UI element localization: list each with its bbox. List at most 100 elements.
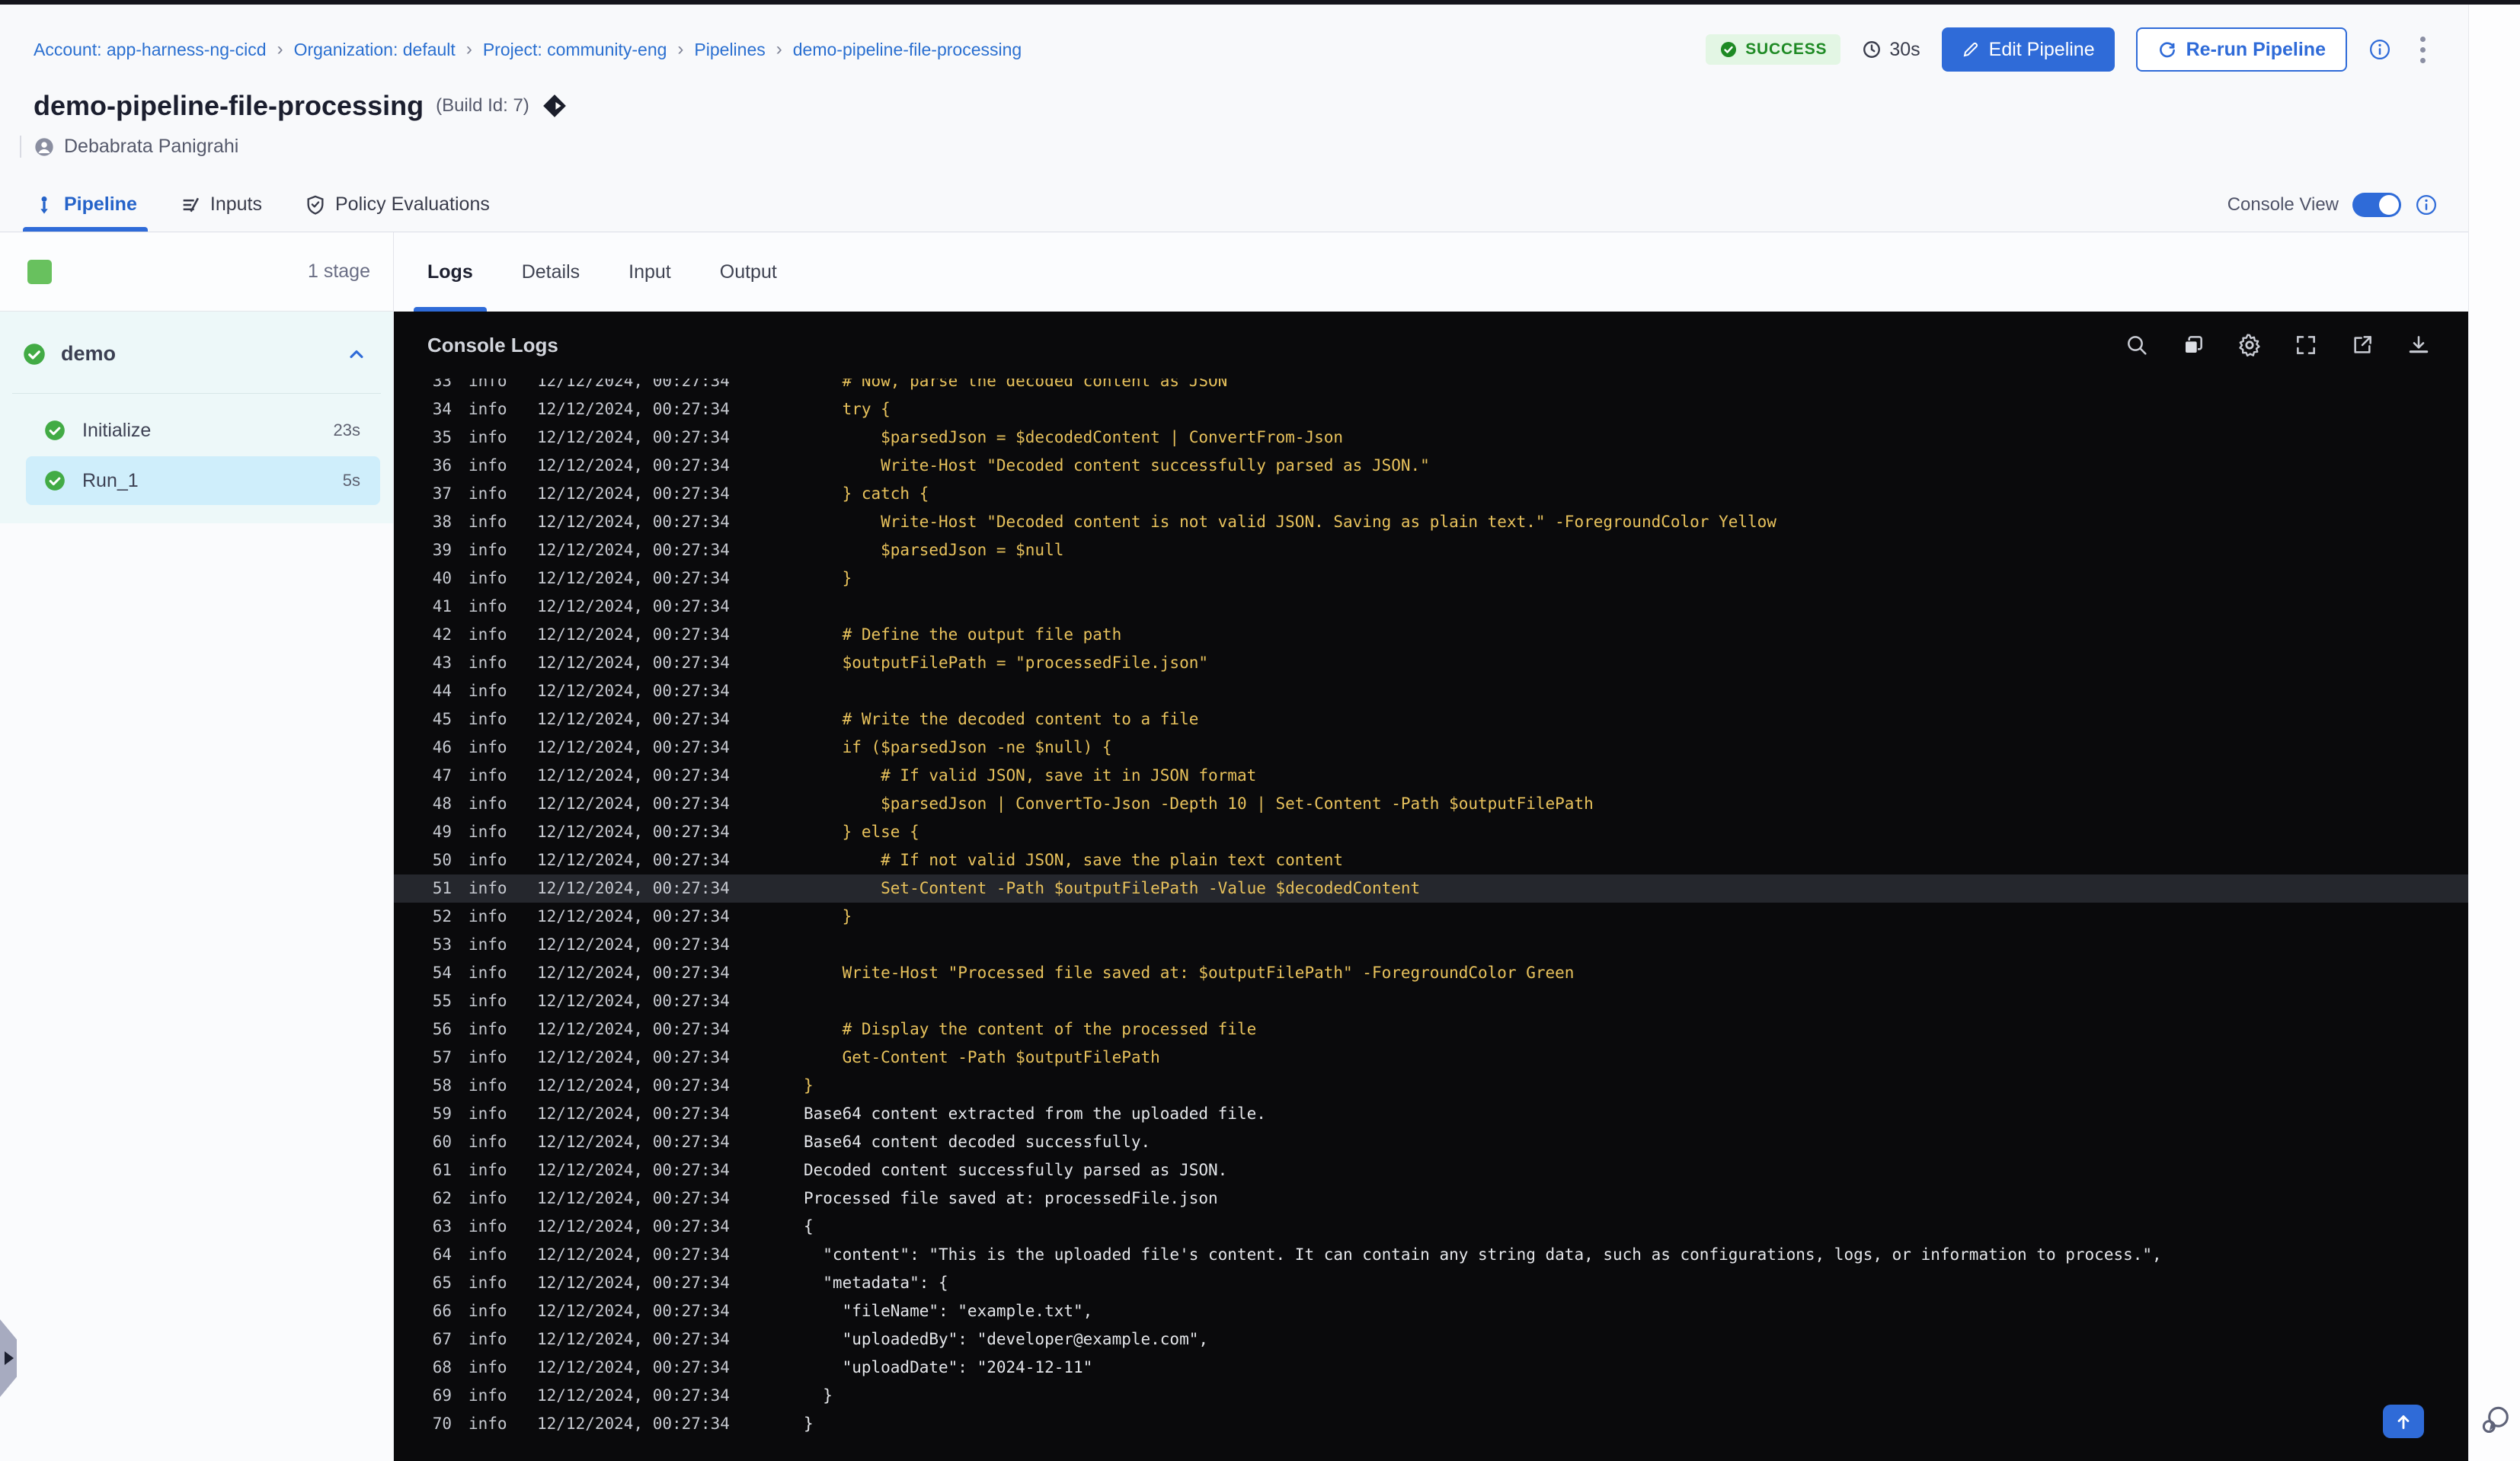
- tab-details[interactable]: Details: [522, 232, 580, 312]
- log-line[interactable]: 46 info 12/12/2024, 00:27:34 if ($parsedJs…: [394, 734, 2468, 762]
- triggered-by-user: Debabrata Panigrahi: [64, 136, 239, 157]
- log-line[interactable]: 38 info 12/12/2024, 00:27:34 Write-Host "D…: [394, 508, 2468, 536]
- log-timestamp: 12/12/2024, 00:27:34: [537, 625, 730, 644]
- log-line[interactable]: 39 info 12/12/2024, 00:27:34 $parsedJson =…: [394, 536, 2468, 564]
- log-timestamp: 12/12/2024, 00:27:34: [537, 1161, 730, 1179]
- breadcrumb-link[interactable]: Project: community-eng: [483, 40, 667, 60]
- log-line-number: 57: [432, 1048, 452, 1066]
- log-level: info: [469, 569, 507, 587]
- log-line[interactable]: 45 info 12/12/2024, 00:27:34 # Write the d…: [394, 705, 2468, 734]
- log-line-number: 60: [432, 1133, 452, 1151]
- log-line[interactable]: 58 info 12/12/2024, 00:27:34}: [394, 1072, 2468, 1100]
- log-level: info: [469, 682, 507, 700]
- support-chat-icon[interactable]: [2477, 1402, 2513, 1438]
- gear-icon[interactable]: [2237, 332, 2263, 358]
- tab-logs[interactable]: Logs: [414, 232, 487, 312]
- log-message: # Display the content of the processed f…: [804, 1020, 1257, 1038]
- step-row-run-1[interactable]: Run_1 5s: [26, 456, 380, 505]
- log-line[interactable]: 36 info 12/12/2024, 00:27:34 Write-Host "D…: [394, 452, 2468, 480]
- log-level: info: [469, 907, 507, 926]
- tab-policy-evaluations[interactable]: Policy Evaluations: [305, 177, 490, 232]
- log-line[interactable]: 59 info 12/12/2024, 00:27:34 Base64 content…: [394, 1100, 2468, 1128]
- log-line[interactable]: 43 info 12/12/2024, 00:27:34 $outputFilePa…: [394, 649, 2468, 677]
- log-timestamp: 12/12/2024, 00:27:34: [537, 1274, 730, 1292]
- log-line[interactable]: 63 info 12/12/2024, 00:27:34 {: [394, 1213, 2468, 1241]
- step-row-initialize[interactable]: Initialize 23s: [26, 406, 380, 455]
- log-line[interactable]: 70 info 12/12/2024, 00:27:34}: [394, 1410, 2468, 1438]
- log-line[interactable]: 37 info 12/12/2024, 00:27:34 } catch {: [394, 480, 2468, 508]
- breadcrumb-link[interactable]: Account: app-harness-ng-cicd: [34, 40, 267, 60]
- log-line[interactable]: 47 info 12/12/2024, 00:27:34 # If valid JS…: [394, 762, 2468, 790]
- log-line-number: 46: [432, 738, 452, 756]
- log-line[interactable]: 41 info 12/12/2024, 00:27:34: [394, 593, 2468, 621]
- log-line[interactable]: 64 info 12/12/2024, 00:27:34 "content": "T…: [394, 1241, 2468, 1269]
- log-message: {: [804, 1217, 814, 1236]
- log-line[interactable]: 54 info 12/12/2024, 00:27:34 Write-Host "P…: [394, 959, 2468, 987]
- more-options-menu[interactable]: [2413, 32, 2433, 68]
- log-message: Write-Host "Decoded content is not valid…: [804, 513, 1776, 531]
- rerun-pipeline-button[interactable]: Re-run Pipeline: [2135, 27, 2347, 72]
- log-line[interactable]: 67 info 12/12/2024, 00:27:34 "uploadedBy":…: [394, 1325, 2468, 1354]
- log-line[interactable]: 49 info 12/12/2024, 00:27:34 } else {: [394, 818, 2468, 846]
- log-level: info: [469, 379, 507, 390]
- log-line[interactable]: 69 info 12/12/2024, 00:27:34 }: [394, 1382, 2468, 1410]
- log-level: info: [469, 738, 507, 756]
- log-line[interactable]: 65 info 12/12/2024, 00:27:34 "metadata": {: [394, 1269, 2468, 1297]
- chevron-up-icon[interactable]: [346, 344, 367, 365]
- log-line[interactable]: 42 info 12/12/2024, 00:27:34 # Define the …: [394, 621, 2468, 649]
- log-line[interactable]: 60 info 12/12/2024, 00:27:34 Base64 content…: [394, 1128, 2468, 1156]
- stage-status-square[interactable]: [27, 259, 52, 284]
- tab-input[interactable]: Input: [628, 232, 671, 312]
- fullscreen-icon[interactable]: [2293, 332, 2319, 358]
- log-level: info: [469, 1105, 507, 1123]
- log-timestamp: 12/12/2024, 00:27:34: [537, 1076, 730, 1095]
- info-icon[interactable]: [2368, 38, 2391, 61]
- tab-pipeline[interactable]: Pipeline: [23, 177, 148, 232]
- log-line[interactable]: 57 info 12/12/2024, 00:27:34 Get-Content -…: [394, 1044, 2468, 1072]
- download-icon[interactable]: [2406, 332, 2432, 358]
- log-viewport[interactable]: 33 info 12/12/2024, 00:27:34 # Now, parse …: [394, 379, 2468, 1461]
- log-message: "fileName": "example.txt",: [804, 1302, 1093, 1320]
- log-level: info: [469, 935, 507, 954]
- breadcrumb: Account: app-harness-ng-cicd › Organizatio…: [34, 39, 1022, 60]
- log-level: info: [469, 597, 507, 615]
- log-line[interactable]: 44 info 12/12/2024, 00:27:34: [394, 677, 2468, 705]
- log-line[interactable]: 53 info 12/12/2024, 00:27:34: [394, 931, 2468, 959]
- log-line[interactable]: 51 info 12/12/2024, 00:27:34 Set-Content -…: [394, 874, 2468, 903]
- log-line[interactable]: 48 info 12/12/2024, 00:27:34 $parsedJson |…: [394, 790, 2468, 818]
- log-line-number: 53: [432, 935, 452, 954]
- log-line[interactable]: 35 info 12/12/2024, 00:27:34 $parsedJson =…: [394, 424, 2468, 452]
- breadcrumb-link[interactable]: demo-pipeline-file-processing: [793, 40, 1022, 60]
- log-line[interactable]: 62 info 12/12/2024, 00:27:34 Processed file…: [394, 1184, 2468, 1213]
- search-icon[interactable]: [2124, 332, 2150, 358]
- log-line[interactable]: 34 info 12/12/2024, 00:27:34 try {: [394, 395, 2468, 424]
- breadcrumb-link[interactable]: Organization: default: [294, 40, 456, 60]
- breadcrumb-link[interactable]: Pipelines: [694, 40, 765, 60]
- tab-output[interactable]: Output: [720, 232, 777, 312]
- copy-icon[interactable]: [2180, 332, 2206, 358]
- status-label: SUCCESS: [1745, 40, 1828, 58]
- edit-pipeline-button[interactable]: Edit Pipeline: [1941, 27, 2115, 72]
- log-line[interactable]: 40 info 12/12/2024, 00:27:34 }: [394, 564, 2468, 593]
- log-line[interactable]: 56 info 12/12/2024, 00:27:34 # Display the…: [394, 1015, 2468, 1044]
- tab-details-label: Details: [521, 261, 580, 283]
- log-line[interactable]: 61 info 12/12/2024, 00:27:34 Decoded conten…: [394, 1156, 2468, 1184]
- scroll-to-top-button[interactable]: [2383, 1405, 2424, 1438]
- log-line-number: 59: [432, 1105, 452, 1123]
- stage-summary-bar: 1 stage: [0, 232, 393, 312]
- log-level: info: [469, 513, 507, 531]
- log-line[interactable]: 50 info 12/12/2024, 00:27:34 # If not vali…: [394, 846, 2468, 874]
- log-line[interactable]: 68 info 12/12/2024, 00:27:34 "uploadDate":…: [394, 1354, 2468, 1382]
- console-view-info-icon[interactable]: [2415, 193, 2438, 216]
- tab-inputs[interactable]: Inputs: [180, 177, 262, 232]
- stage-row-demo[interactable]: demo: [0, 312, 393, 393]
- external-link-icon[interactable]: [2349, 332, 2375, 358]
- log-line[interactable]: 52 info 12/12/2024, 00:27:34 }: [394, 903, 2468, 931]
- log-line[interactable]: 55 info 12/12/2024, 00:27:34: [394, 987, 2468, 1015]
- console-view-toggle[interactable]: [2352, 192, 2401, 217]
- log-line-number: 56: [432, 1020, 452, 1038]
- log-line[interactable]: 33 info 12/12/2024, 00:27:34 # Now, parse …: [394, 379, 2468, 395]
- log-message: Base64 content decoded successfully.: [804, 1133, 1151, 1151]
- log-line-number: 66: [432, 1302, 452, 1320]
- log-line[interactable]: 66 info 12/12/2024, 00:27:34 "fileName": "…: [394, 1297, 2468, 1325]
